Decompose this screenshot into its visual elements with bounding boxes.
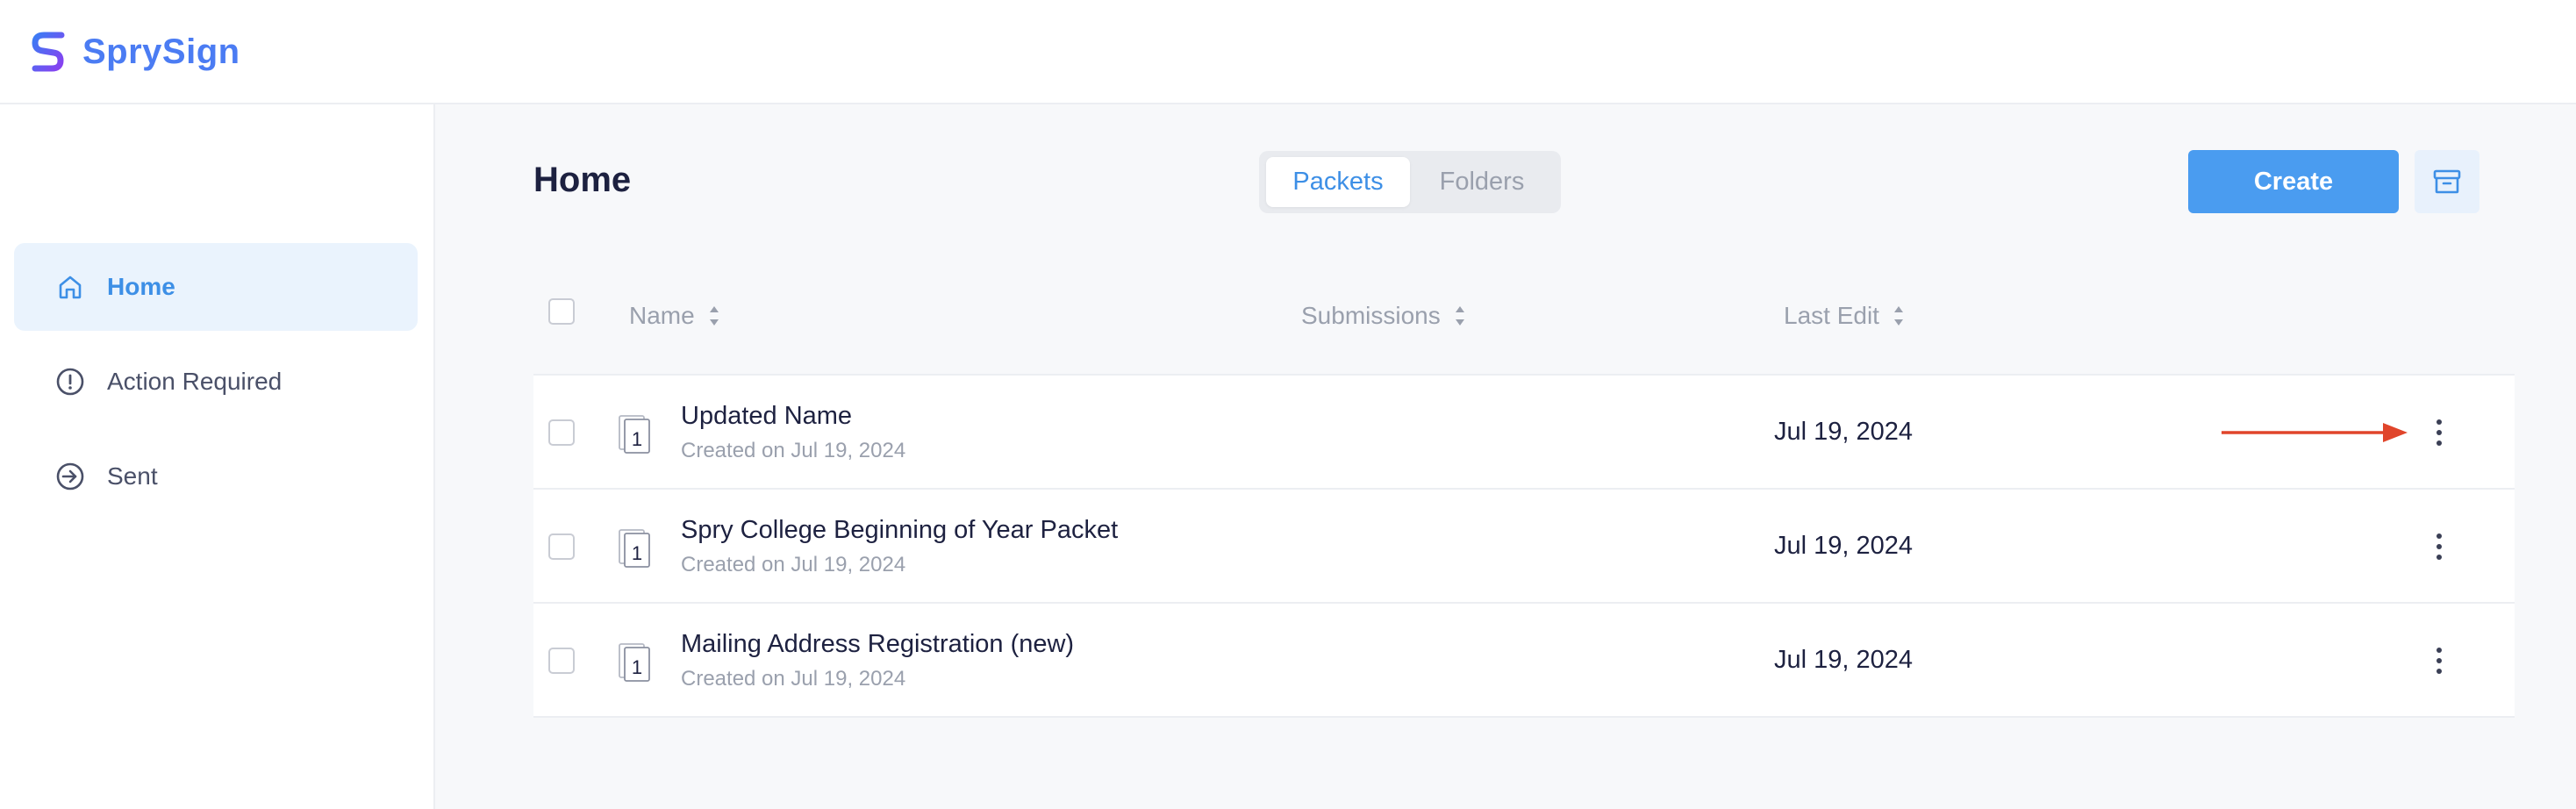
row-checkbox[interactable]	[548, 419, 575, 446]
annotation-arrow-icon	[2222, 423, 2408, 442]
row-checkbox[interactable]	[548, 648, 575, 674]
last-edit-date: Jul 19, 2024	[1774, 532, 1914, 560]
packet-title[interactable]: Spry College Beginning of Year Packet	[681, 516, 1118, 545]
page-title: Home	[533, 161, 632, 199]
home-icon	[54, 271, 86, 303]
document-count: 1	[632, 542, 642, 564]
document-stack-icon: 1	[619, 529, 650, 568]
table-row[interactable]: 1 Mailing Address Registration (new) Cre…	[533, 604, 2515, 718]
more-options-icon[interactable]	[2423, 637, 2455, 684]
table-header: Name Submissions Last Edit	[533, 281, 2515, 374]
tab-folders[interactable]: Folders	[1410, 157, 1554, 207]
sprysign-logo-icon	[32, 32, 65, 72]
sort-icon	[1455, 306, 1464, 326]
column-header-submissions[interactable]: Submissions	[1301, 302, 1467, 330]
sort-icon	[709, 306, 719, 326]
app-logo[interactable]: SprySign	[32, 28, 240, 75]
packet-created-date: Created on Jul 19, 2024	[681, 553, 906, 576]
packet-created-date: Created on Jul 19, 2024	[681, 439, 906, 462]
archive-button[interactable]	[2415, 150, 2479, 213]
last-edit-date: Jul 19, 2024	[1774, 646, 1914, 674]
more-options-icon[interactable]	[2423, 523, 2455, 570]
tab-packets[interactable]: Packets	[1266, 157, 1410, 207]
sidebar-item-label: Sent	[107, 462, 158, 490]
column-header-name[interactable]: Name	[629, 302, 721, 330]
packets-table: 1 Updated Name Created on Jul 19, 2024 J…	[533, 374, 2515, 718]
table-row[interactable]: 1 Updated Name Created on Jul 19, 2024 J…	[533, 376, 2515, 490]
packet-created-date: Created on Jul 19, 2024	[681, 667, 906, 691]
create-button[interactable]: Create	[2188, 150, 2399, 213]
sidebar-item-home[interactable]: Home	[14, 243, 418, 331]
packet-title[interactable]: Mailing Address Registration (new)	[681, 630, 1074, 659]
column-header-label: Submissions	[1301, 302, 1441, 329]
sort-icon	[1893, 306, 1903, 326]
table-row[interactable]: 1 Spry College Beginning of Year Packet …	[533, 490, 2515, 604]
sent-arrow-icon	[54, 461, 86, 492]
app-name: SprySign	[82, 32, 240, 71]
document-stack-icon: 1	[619, 415, 650, 454]
sidebar: Home Action Required Sent	[0, 104, 435, 809]
view-toggle: Packets Folders	[1259, 151, 1561, 213]
top-bar: SprySign	[0, 0, 2576, 104]
document-count: 1	[632, 656, 642, 678]
archive-icon	[2433, 169, 2461, 194]
row-checkbox[interactable]	[548, 533, 575, 560]
select-all-checkbox[interactable]	[548, 298, 575, 325]
column-header-label: Last Edit	[1784, 302, 1879, 329]
column-header-label: Name	[629, 302, 695, 329]
column-header-last-edit[interactable]: Last Edit	[1784, 302, 1906, 330]
sidebar-item-sent[interactable]: Sent	[14, 433, 418, 520]
sidebar-item-action-required[interactable]: Action Required	[14, 338, 418, 426]
document-stack-icon: 1	[619, 643, 650, 682]
sidebar-item-label: Action Required	[107, 368, 283, 395]
more-options-icon[interactable]	[2423, 409, 2455, 456]
packet-title[interactable]: Updated Name	[681, 402, 852, 431]
document-count: 1	[632, 428, 642, 450]
last-edit-date: Jul 19, 2024	[1774, 418, 1914, 446]
alert-circle-icon	[54, 366, 86, 397]
sidebar-item-label: Home	[107, 273, 175, 300]
